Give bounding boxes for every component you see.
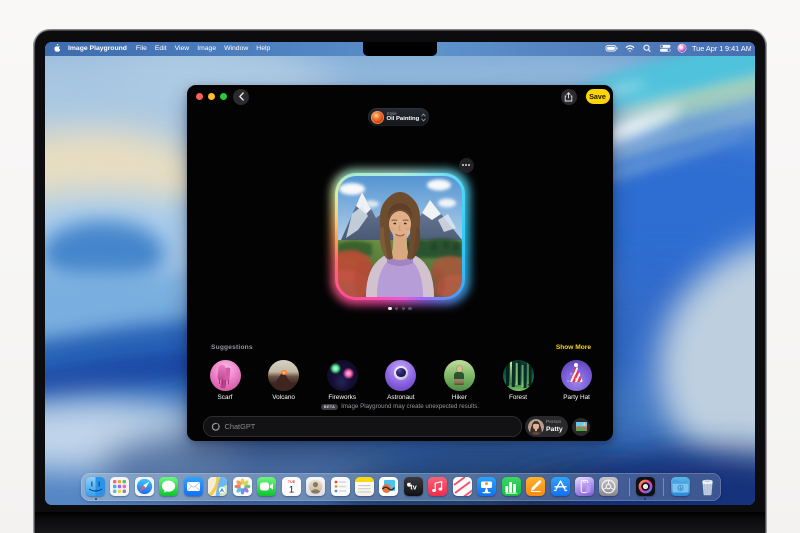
svg-text:tv: tv bbox=[410, 483, 416, 492]
svg-text:1: 1 bbox=[288, 485, 293, 496]
svg-text:Tue Apr 1: Tue Apr 1 bbox=[692, 44, 723, 53]
svg-text:9:41 AM: 9:41 AM bbox=[725, 44, 751, 53]
